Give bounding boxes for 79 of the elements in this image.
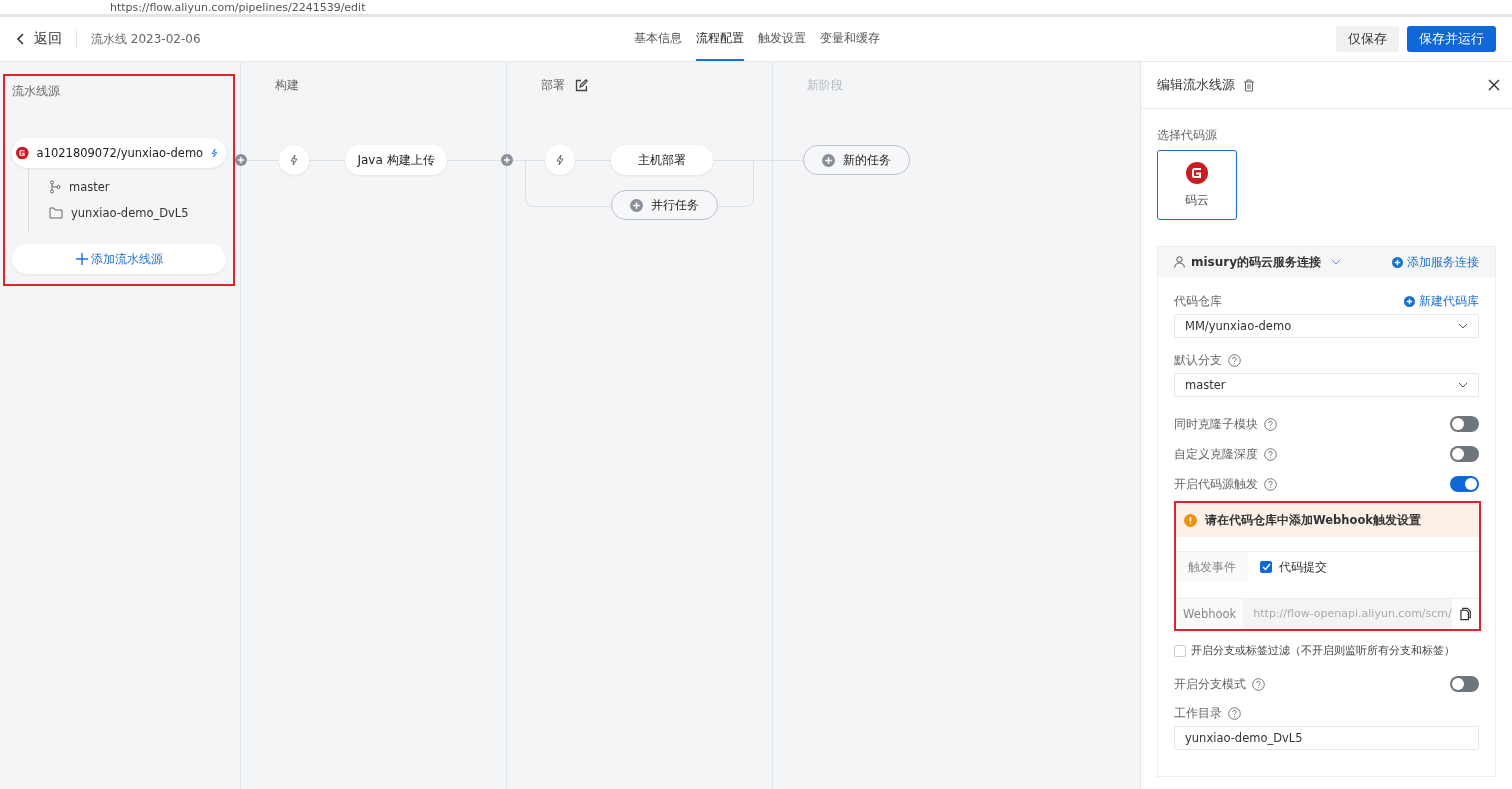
edit-icon[interactable] <box>575 78 588 92</box>
new-repo-link[interactable]: 新建代码库 <box>1404 292 1479 310</box>
address-bar[interactable]: https://flow.aliyun.com/pipelines/2241539/edit <box>0 0 1512 17</box>
source-card[interactable]: 码云 <box>1157 150 1237 220</box>
row-label: Webhook <box>1176 599 1244 629</box>
toggle-switch[interactable] <box>1450 476 1479 492</box>
tab[interactable]: 触发设置 <box>758 17 806 61</box>
tab[interactable]: 基本信息 <box>634 17 682 61</box>
field-label: 选择代码源 <box>1157 127 1218 144</box>
plus-circle-icon <box>1392 256 1403 268</box>
toggle-switch[interactable] <box>1450 416 1479 432</box>
filter-checkbox[interactable]: 开启分支或标签过滤（不开启则监听所有分支和标签） <box>1174 639 1479 663</box>
back-button[interactable]: 返回 <box>16 30 77 48</box>
stage-title: 构建 <box>275 77 299 94</box>
gitee-logo-icon <box>1186 161 1208 184</box>
url-text: https://flow.aliyun.com/pipelines/2241539/edit <box>110 1 366 14</box>
field-label: 工作目录 <box>1174 704 1222 722</box>
chevron-left-icon <box>16 33 26 45</box>
add-stage-icon[interactable] <box>501 154 513 166</box>
branch-select[interactable]: master <box>1174 373 1479 397</box>
plus-icon <box>822 153 835 167</box>
close-icon[interactable] <box>1488 79 1500 91</box>
folder-icon <box>49 207 63 219</box>
save-button[interactable]: 仅保存 <box>1336 26 1399 52</box>
warning-icon <box>1184 513 1197 527</box>
directory-name: yunxiao-demo_DvL5 <box>71 206 189 220</box>
add-connection-link[interactable]: 添加服务连接 <box>1392 253 1479 271</box>
field-label: 默认分支 <box>1174 351 1222 369</box>
trigger-node[interactable] <box>279 145 309 175</box>
help-icon[interactable] <box>1264 447 1277 461</box>
repo-select[interactable]: MM/yunxiao-demo <box>1174 314 1479 338</box>
help-icon[interactable] <box>1264 477 1277 491</box>
save-run-button[interactable]: 保存并运行 <box>1407 26 1496 52</box>
lightning-icon <box>555 154 565 166</box>
repo-name: a1021809072/yunxiao-demo <box>36 146 204 160</box>
toggle-label: 开启代码源触发 <box>1174 475 1258 493</box>
toggle-switch[interactable] <box>1450 676 1479 692</box>
help-icon[interactable] <box>1228 353 1241 367</box>
tab[interactable]: 流程配置 <box>696 17 744 61</box>
copy-icon[interactable] <box>1459 607 1471 621</box>
add-source-button[interactable]: 添加流水线源 <box>12 244 226 274</box>
tab[interactable]: 变量和缓存 <box>820 17 880 61</box>
help-icon[interactable] <box>1252 677 1265 691</box>
job-node[interactable]: Java 构建上传 <box>345 145 447 175</box>
commit-checkbox[interactable]: 代码提交 <box>1260 558 1479 576</box>
job-node[interactable]: 主机部署 <box>611 145 713 175</box>
trigger-node[interactable] <box>545 145 575 175</box>
warning-message: 请在代码仓库中添加Webhook触发设置 <box>1205 512 1421 528</box>
parallel-task-button[interactable]: 并行任务 <box>611 190 718 220</box>
lightning-icon <box>289 154 299 166</box>
trash-icon[interactable] <box>1243 78 1255 92</box>
row-label: 触发事件 <box>1176 552 1248 582</box>
panel-title: 编辑流水线源 <box>1157 76 1235 94</box>
check-icon <box>1261 563 1271 571</box>
help-icon[interactable] <box>1228 706 1241 720</box>
chevron-down-icon <box>1458 382 1468 388</box>
chevron-down-icon <box>1331 259 1342 265</box>
stage-title: 部署 <box>541 77 565 94</box>
chevron-down-icon <box>1458 323 1468 329</box>
plus-icon <box>75 253 88 265</box>
help-icon[interactable] <box>1264 417 1277 431</box>
connection-dropdown[interactable]: misury的码云服务连接 <box>1191 253 1342 271</box>
add-stage-icon[interactable] <box>235 154 247 166</box>
plus-circle-icon <box>1404 295 1415 307</box>
plus-icon <box>630 198 643 212</box>
pipeline-title: 流水线 2023-02-06 <box>91 30 201 48</box>
source-node[interactable]: a1021809072/yunxiao-demo <box>12 138 226 168</box>
stage-title: 流水线源 <box>12 83 61 100</box>
toggle-switch[interactable] <box>1450 446 1479 462</box>
workdir-input[interactable]: yunxiao-demo_DvL5 <box>1174 726 1479 750</box>
stage-title: 新阶段 <box>807 77 843 94</box>
field-label: 代码仓库 <box>1174 292 1222 310</box>
toggle-label: 开启分支模式 <box>1174 675 1246 693</box>
branch-name: master <box>69 180 110 194</box>
toggle-label: 同时克隆子模块 <box>1174 415 1258 433</box>
branch-icon <box>49 180 61 194</box>
user-icon <box>1174 256 1185 268</box>
toggle-label: 自定义克隆深度 <box>1174 445 1258 463</box>
new-task-button[interactable]: 新的任务 <box>803 145 910 175</box>
